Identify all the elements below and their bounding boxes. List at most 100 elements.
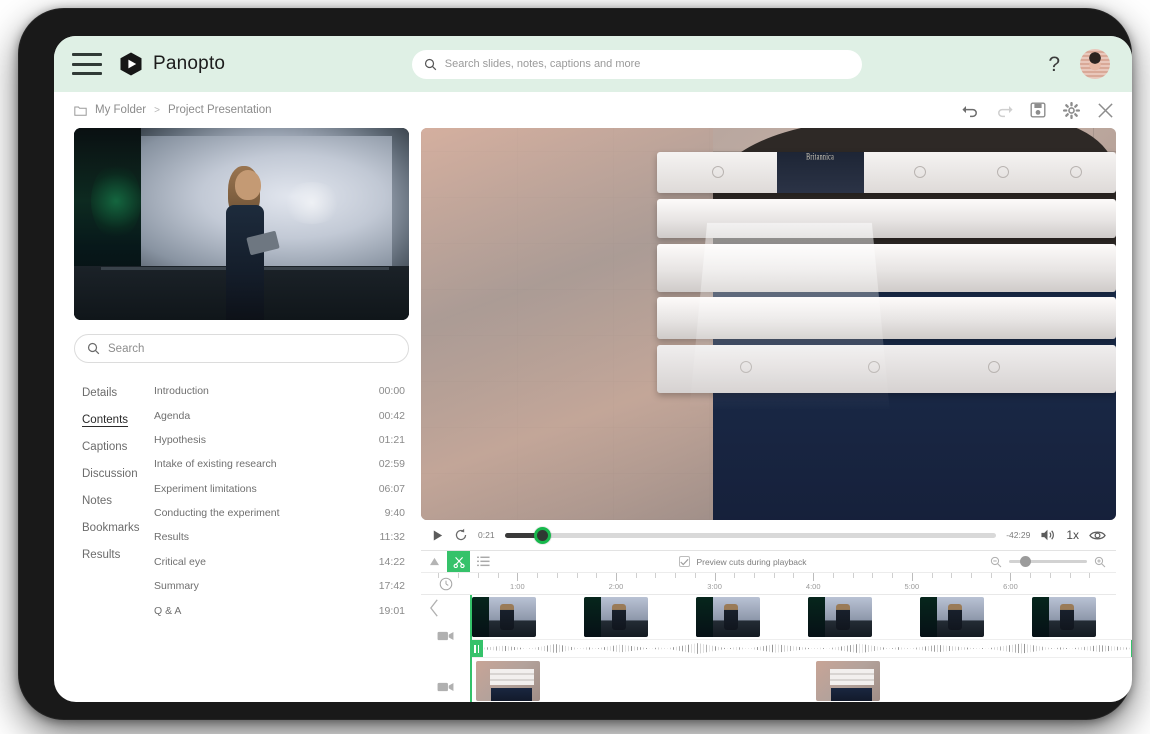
sidebar-item-captions[interactable]: Captions (82, 433, 148, 460)
video-player-stage[interactable]: Britannica (421, 128, 1116, 520)
gear-icon[interactable] (1063, 102, 1080, 119)
sidebar-item-discussion[interactable]: Discussion (82, 460, 148, 487)
trim-handle-end[interactable] (1131, 640, 1132, 658)
content-title: Critical eye (154, 556, 206, 568)
clock-icon[interactable] (421, 573, 470, 594)
track-lanes[interactable] (470, 595, 1132, 702)
timeline-ruler[interactable]: 1:002:003:004:005:006:00 (470, 573, 1116, 594)
ruler-tick-minor (932, 573, 933, 578)
app-window: Panopto ? (54, 36, 1132, 702)
body-split: Details Contents Captions Discussion Not… (54, 128, 1132, 702)
list-item[interactable]: Conducting the experiment 9:40 (154, 501, 409, 525)
sidebar-item-notes[interactable]: Notes (82, 487, 148, 514)
sidebar-item-bookmarks[interactable]: Bookmarks (82, 514, 148, 541)
ruler-tick-minor (971, 573, 972, 578)
global-search-wrap (225, 50, 1048, 79)
timeline-zoom-slider[interactable] (1009, 560, 1087, 563)
sidebar-item-contents[interactable]: Contents (82, 406, 148, 433)
breadcrumb: My Folder > Project Presentation (74, 104, 272, 116)
close-icon[interactable] (1097, 102, 1114, 119)
ruler-tick (715, 573, 716, 581)
question-mark-icon[interactable]: ? (1048, 54, 1060, 75)
content-title: Intake of existing research (154, 458, 277, 470)
timeline-tracks (421, 595, 1116, 702)
video-thumbnail[interactable] (816, 661, 880, 701)
hamburger-icon[interactable] (72, 53, 102, 75)
ruler-tick-minor (537, 573, 538, 578)
global-search-box[interactable] (412, 50, 862, 79)
breadcrumb-separator: > (154, 105, 160, 116)
breadcrumb-current[interactable]: Project Presentation (168, 104, 272, 116)
progress-scrubber[interactable] (505, 532, 997, 538)
table-row[interactable] (472, 658, 1132, 702)
list-item[interactable]: Hypothesis 01:21 (154, 428, 409, 452)
ruler-tick-minor (1030, 573, 1031, 578)
track-rail (421, 595, 470, 702)
brand-logo[interactable]: Panopto (118, 51, 225, 77)
chevron-left-icon[interactable] (421, 595, 470, 621)
slide-preview-thumbnail[interactable] (74, 128, 409, 320)
playback-speed[interactable]: 1x (1066, 528, 1079, 542)
video-thumbnail[interactable] (472, 597, 536, 637)
preview-cuts-checkbox[interactable] (679, 556, 690, 567)
ruler-tick-minor (695, 573, 696, 578)
search-input[interactable] (445, 58, 850, 70)
chevron-up-icon[interactable] (421, 551, 447, 572)
eye-icon[interactable] (1089, 529, 1106, 542)
list-item[interactable]: Experiment limitations 06:07 (154, 477, 409, 501)
folder-icon (74, 105, 87, 116)
avatar[interactable] (1080, 49, 1110, 79)
ruler-tick-label: 4:00 (806, 582, 821, 591)
zoom-in-icon[interactable] (1094, 556, 1106, 568)
video-thumbnail[interactable] (696, 597, 760, 637)
undo-icon[interactable] (962, 103, 979, 118)
current-time: 0:21 (478, 530, 495, 540)
list-item[interactable]: Introduction 00:00 (154, 379, 409, 403)
video-thumbnail[interactable] (808, 597, 872, 637)
ruler-tick (517, 573, 518, 581)
audio-track[interactable] (472, 639, 1132, 659)
breadcrumb-root[interactable]: My Folder (95, 104, 146, 116)
video-thumbnail[interactable] (920, 597, 984, 637)
camera-icon (421, 672, 470, 702)
save-icon[interactable] (1030, 102, 1046, 118)
content-time: 01:21 (379, 434, 405, 446)
zoom-slider-handle[interactable] (1020, 556, 1031, 567)
list-item[interactable]: Intake of existing research 02:59 (154, 452, 409, 476)
redo-icon[interactable] (996, 103, 1013, 118)
trim-handle-start[interactable] (470, 640, 483, 658)
sidebar-item-results[interactable]: Results (82, 541, 148, 568)
video-thumbnail[interactable] (584, 597, 648, 637)
sidebar-item-details[interactable]: Details (82, 379, 148, 406)
content-title: Results (154, 531, 189, 543)
scissors-icon[interactable] (447, 551, 470, 572)
ruler-tick-label: 2:00 (609, 582, 624, 591)
video-thumbnail[interactable] (476, 661, 540, 701)
content-time: 00:42 (379, 410, 405, 422)
volume-icon[interactable] (1040, 528, 1056, 542)
list-item[interactable]: Summary 17:42 (154, 574, 409, 598)
sidebar-search-input[interactable] (108, 343, 396, 355)
ruler-tick-minor (951, 573, 952, 578)
play-icon[interactable] (431, 529, 444, 542)
ruler-tick-label: 6:00 (1003, 582, 1018, 591)
ruler-tick (813, 573, 814, 581)
list-item[interactable]: Results 11:32 (154, 525, 409, 549)
ruler-tick-minor (557, 573, 558, 578)
list-item[interactable]: Agenda 00:42 (154, 403, 409, 427)
sidebar-search-box[interactable] (74, 334, 409, 363)
table-row[interactable] (472, 595, 1132, 639)
preview-cuts-control[interactable]: Preview cuts during playback (496, 556, 990, 567)
scrubber-handle[interactable] (534, 527, 551, 544)
ruler-tick-minor (774, 573, 775, 578)
replay-10-icon[interactable] (454, 528, 468, 542)
list-icon[interactable] (470, 551, 496, 572)
ruler-tick-minor (892, 573, 893, 578)
zoom-out-icon[interactable] (990, 556, 1002, 568)
ruler-tick-minor (872, 573, 873, 578)
list-item[interactable]: Critical eye 14:22 (154, 550, 409, 574)
scrubber-track (505, 533, 997, 538)
list-item[interactable]: Q & A 19:01 (154, 598, 409, 622)
video-thumbnail[interactable] (1032, 597, 1096, 637)
ruler-tick (616, 573, 617, 581)
